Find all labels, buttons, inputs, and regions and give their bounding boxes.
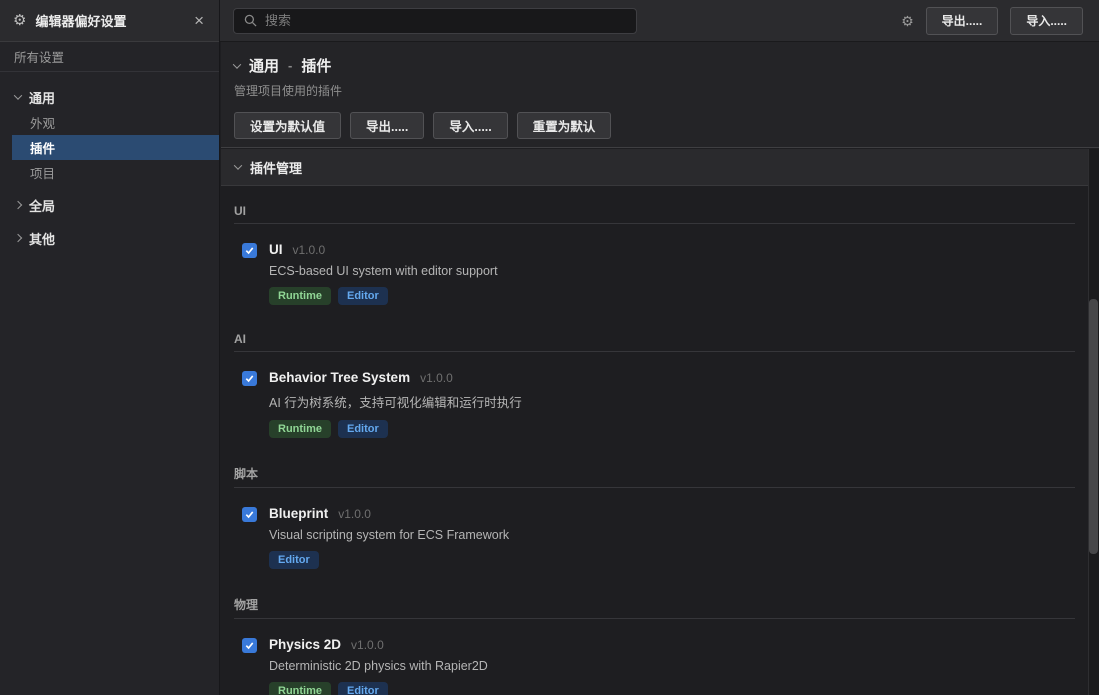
plugin-version: v1.0.0 bbox=[420, 371, 453, 385]
tree-label: 其他 bbox=[29, 229, 55, 248]
plugin-management-header[interactable]: 插件管理 bbox=[221, 149, 1099, 186]
chevron-right-icon bbox=[14, 234, 22, 242]
plugin-section-script: 脚本 Blueprint v1.0.0 Visual scripting sys… bbox=[234, 448, 1088, 579]
group-header-label: 插件管理 bbox=[250, 158, 302, 177]
page-subtitle: 管理项目使用的插件 bbox=[234, 82, 1099, 99]
plugin-info: Behavior Tree System v1.0.0 AI 行为树系统，支持可… bbox=[269, 370, 522, 438]
runtime-badge: Runtime bbox=[269, 682, 331, 695]
editor-badge: Editor bbox=[338, 682, 388, 695]
gear-icon: ⚙ bbox=[13, 13, 26, 28]
check-icon bbox=[244, 245, 255, 256]
breadcrumb[interactable]: 通用 - 插件 bbox=[234, 55, 1099, 76]
check-icon bbox=[244, 640, 255, 651]
export-settings-button[interactable]: 导出..... bbox=[350, 112, 424, 139]
plugin-checkbox[interactable] bbox=[242, 507, 257, 522]
plugin-info: Blueprint v1.0.0 Visual scripting system… bbox=[269, 506, 509, 569]
chevron-right-icon bbox=[14, 201, 22, 209]
sidebar-item-appearance[interactable]: 外观 bbox=[0, 110, 219, 135]
dialog-title: 编辑器偏好设置 bbox=[35, 11, 183, 30]
plugin-list: UI UI v1.0.0 ECS-based UI system with ed… bbox=[221, 187, 1088, 695]
plugin-name: Physics 2D bbox=[269, 637, 341, 652]
chevron-down-icon bbox=[234, 161, 242, 169]
import-button[interactable]: 导入..... bbox=[1010, 7, 1083, 35]
plugin-version: v1.0.0 bbox=[351, 638, 384, 652]
settings-gear-icon[interactable]: ⚙ bbox=[901, 14, 914, 28]
plugin-description: Visual scripting system for ECS Framewor… bbox=[269, 528, 509, 542]
page-header: 通用 - 插件 管理项目使用的插件 设置为默认值 导出..... 导入.....… bbox=[221, 42, 1099, 148]
search-box[interactable] bbox=[233, 8, 637, 34]
runtime-badge: Runtime bbox=[269, 287, 331, 305]
runtime-badge: Runtime bbox=[269, 420, 331, 438]
search-input[interactable] bbox=[265, 13, 626, 28]
scrollbar-track[interactable] bbox=[1088, 149, 1099, 695]
sidebar-item-all-settings[interactable]: 所有设置 bbox=[0, 42, 219, 72]
category-label: 物理 bbox=[234, 596, 1075, 619]
sidebar-item-general[interactable]: 通用 bbox=[0, 84, 219, 110]
plugin-version: v1.0.0 bbox=[338, 507, 371, 521]
all-settings-label: 所有设置 bbox=[14, 47, 64, 66]
chevron-down-icon bbox=[233, 60, 241, 68]
plugin-description: ECS-based UI system with editor support bbox=[269, 264, 498, 278]
editor-badge: Editor bbox=[269, 551, 319, 569]
preferences-sidebar: ⚙ 编辑器偏好设置 × 所有设置 通用 外观 插件 项目 全局 其他 bbox=[0, 0, 220, 695]
editor-badge: Editor bbox=[338, 287, 388, 305]
dialog-titlebar: ⚙ 编辑器偏好设置 × bbox=[0, 0, 219, 42]
plugin-badges: Runtime Editor bbox=[269, 287, 498, 305]
plugin-name: Blueprint bbox=[269, 506, 328, 521]
editor-badge: Editor bbox=[338, 420, 388, 438]
check-icon bbox=[244, 373, 255, 384]
plugin-description: AI 行为树系统，支持可视化编辑和运行时执行 bbox=[269, 392, 522, 411]
category-label: UI bbox=[234, 204, 1075, 224]
set-as-default-button[interactable]: 设置为默认值 bbox=[234, 112, 341, 139]
plugin-row-physics-2d: Physics 2D v1.0.0 Deterministic 2D physi… bbox=[234, 619, 1088, 695]
search-icon bbox=[244, 14, 257, 27]
plugin-row-behavior-tree: Behavior Tree System v1.0.0 AI 行为树系统，支持可… bbox=[234, 352, 1088, 448]
sidebar-item-project[interactable]: 项目 bbox=[0, 160, 219, 185]
breadcrumb-section: 通用 bbox=[249, 55, 279, 76]
sidebar-item-global[interactable]: 全局 bbox=[0, 192, 219, 218]
reset-to-default-button[interactable]: 重置为默认 bbox=[517, 112, 612, 139]
tree-label: 外观 bbox=[30, 113, 55, 132]
plugin-badges: Runtime Editor bbox=[269, 420, 522, 438]
scrollbar-thumb[interactable] bbox=[1089, 299, 1098, 554]
category-label: AI bbox=[234, 332, 1075, 352]
plugin-badges: Editor bbox=[269, 551, 509, 569]
breadcrumb-separator: - bbox=[288, 58, 292, 73]
tree-label: 插件 bbox=[30, 138, 55, 157]
export-button[interactable]: 导出..... bbox=[926, 7, 999, 35]
chevron-down-icon bbox=[14, 91, 22, 99]
check-icon bbox=[244, 509, 255, 520]
plugin-description: Deterministic 2D physics with Rapier2D bbox=[269, 659, 488, 673]
sidebar-item-other[interactable]: 其他 bbox=[0, 225, 219, 251]
toolbar-actions: ⚙ 导出..... 导入..... bbox=[901, 7, 1083, 35]
top-toolbar: ⚙ 导出..... 导入..... bbox=[220, 0, 1099, 42]
plugin-checkbox[interactable] bbox=[242, 638, 257, 653]
plugin-info: UI v1.0.0 ECS-based UI system with edito… bbox=[269, 242, 498, 305]
settings-tree: 通用 外观 插件 项目 全局 其他 bbox=[0, 72, 219, 251]
plugin-badges: Runtime Editor bbox=[269, 682, 488, 695]
tree-label: 项目 bbox=[30, 163, 55, 182]
plugin-name: Behavior Tree System bbox=[269, 370, 410, 385]
close-icon[interactable]: × bbox=[192, 12, 206, 29]
plugin-name: UI bbox=[269, 242, 283, 257]
category-label: 脚本 bbox=[234, 465, 1075, 488]
breadcrumb-page: 插件 bbox=[301, 55, 331, 76]
plugin-section-ai: AI Behavior Tree System v1.0.0 AI 行为树系统，… bbox=[234, 315, 1088, 448]
plugin-section-ui: UI UI v1.0.0 ECS-based UI system with ed… bbox=[234, 187, 1088, 315]
plugin-row-blueprint: Blueprint v1.0.0 Visual scripting system… bbox=[234, 488, 1088, 579]
import-settings-button[interactable]: 导入..... bbox=[433, 112, 507, 139]
plugin-version: v1.0.0 bbox=[293, 243, 326, 257]
plugin-checkbox[interactable] bbox=[242, 371, 257, 386]
action-buttons: 设置为默认值 导出..... 导入..... 重置为默认 bbox=[234, 112, 1099, 139]
plugin-row-ui: UI v1.0.0 ECS-based UI system with edito… bbox=[234, 224, 1088, 315]
plugin-checkbox[interactable] bbox=[242, 243, 257, 258]
plugin-section-physics: 物理 Physics 2D v1.0.0 Deterministic 2D ph… bbox=[234, 579, 1088, 695]
tree-label: 通用 bbox=[29, 88, 55, 107]
plugin-info: Physics 2D v1.0.0 Deterministic 2D physi… bbox=[269, 637, 488, 695]
sidebar-item-plugins[interactable]: 插件 bbox=[12, 135, 219, 160]
tree-label: 全局 bbox=[29, 196, 55, 215]
